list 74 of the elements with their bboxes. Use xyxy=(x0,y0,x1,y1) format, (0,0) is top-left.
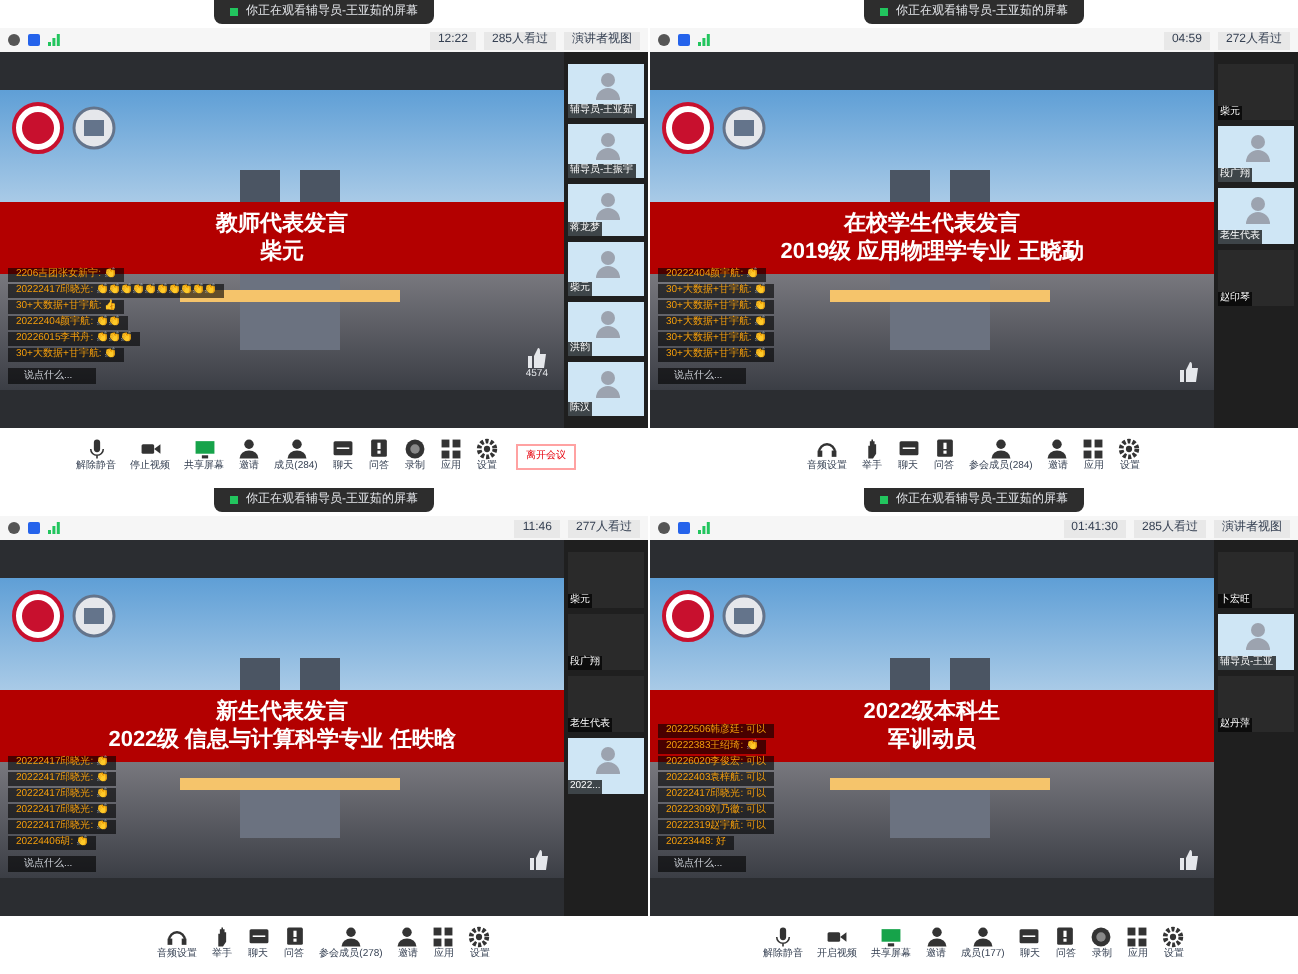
shield-icon xyxy=(28,34,40,46)
info-icon xyxy=(8,34,20,46)
person-icon xyxy=(396,926,419,949)
person-icon xyxy=(972,926,994,949)
person-silhouette-icon xyxy=(1246,134,1270,162)
college-logo-icon xyxy=(72,106,116,150)
info-icon xyxy=(658,522,670,534)
shield-icon xyxy=(678,34,690,46)
apps-icon xyxy=(1126,926,1149,949)
settings-icon xyxy=(468,926,491,949)
person-silhouette-icon xyxy=(596,310,620,339)
school-logo-icon xyxy=(12,590,64,642)
slide-title: 军训动员 xyxy=(888,726,976,754)
chat-icon xyxy=(331,438,354,461)
slide-title: 柴元 xyxy=(260,238,304,266)
school-logo-icon xyxy=(662,102,714,154)
person-icon xyxy=(340,926,362,949)
headset-icon xyxy=(816,438,839,461)
signal-icon xyxy=(48,34,60,46)
slide-title: 2022级 信息与计算科学专业 任昳晗 xyxy=(108,726,456,754)
person-silhouette-icon xyxy=(1246,622,1270,650)
person-silhouette-icon xyxy=(596,370,620,399)
question-icon xyxy=(283,926,306,949)
thumbs-up-icon xyxy=(526,347,547,367)
person-silhouette-icon xyxy=(596,250,620,279)
screen-icon xyxy=(193,438,216,461)
info-icon xyxy=(8,522,20,534)
slide-title: 在校学生代表发言 xyxy=(844,210,1020,238)
apps-icon xyxy=(1082,438,1105,461)
apps-icon xyxy=(432,926,455,949)
signal-icon xyxy=(698,34,710,46)
slide-title: 2022级本科生 xyxy=(863,698,1001,726)
headset-icon xyxy=(166,926,189,949)
thumbs-up-icon xyxy=(1178,850,1198,870)
microphone-icon xyxy=(85,438,108,461)
thumbs-up-icon xyxy=(528,850,548,870)
info-icon xyxy=(658,34,670,46)
person-icon xyxy=(925,926,948,949)
question-icon xyxy=(367,438,390,461)
slide-title: 新生代表发言 xyxy=(216,698,348,726)
signal-icon xyxy=(698,522,710,534)
apps-icon xyxy=(439,438,462,461)
school-logo-icon xyxy=(12,102,64,154)
person-silhouette-icon xyxy=(596,191,620,220)
person-silhouette-icon xyxy=(596,131,620,160)
chat-icon xyxy=(1018,926,1041,949)
shield-icon xyxy=(678,522,690,534)
school-logo-icon xyxy=(662,590,714,642)
chat-icon xyxy=(247,926,270,949)
person-icon xyxy=(990,438,1012,461)
question-icon xyxy=(933,438,956,461)
college-logo-icon xyxy=(722,106,766,150)
college-logo-icon xyxy=(722,594,766,638)
shield-icon xyxy=(28,522,40,534)
thumbs-up-icon xyxy=(1178,362,1198,382)
college-logo-icon xyxy=(72,594,116,638)
settings-icon xyxy=(475,438,498,461)
settings-icon xyxy=(1162,926,1185,949)
settings-icon xyxy=(1118,438,1141,461)
slide-title: 2019级 应用物理学专业 王晓勐 xyxy=(780,238,1084,266)
microphone-icon xyxy=(772,926,795,949)
record-icon xyxy=(403,438,426,461)
question-icon xyxy=(1054,926,1077,949)
person-icon xyxy=(238,438,261,461)
screen-icon xyxy=(880,926,903,949)
person-icon xyxy=(285,438,307,461)
chat-icon xyxy=(897,438,920,461)
slide-title: 教师代表发言 xyxy=(216,210,348,238)
person-icon xyxy=(1046,438,1069,461)
person-silhouette-icon xyxy=(596,746,620,774)
signal-icon xyxy=(48,522,60,534)
person-silhouette-icon xyxy=(596,72,620,100)
person-silhouette-icon xyxy=(1246,196,1270,224)
record-icon xyxy=(1090,926,1113,949)
